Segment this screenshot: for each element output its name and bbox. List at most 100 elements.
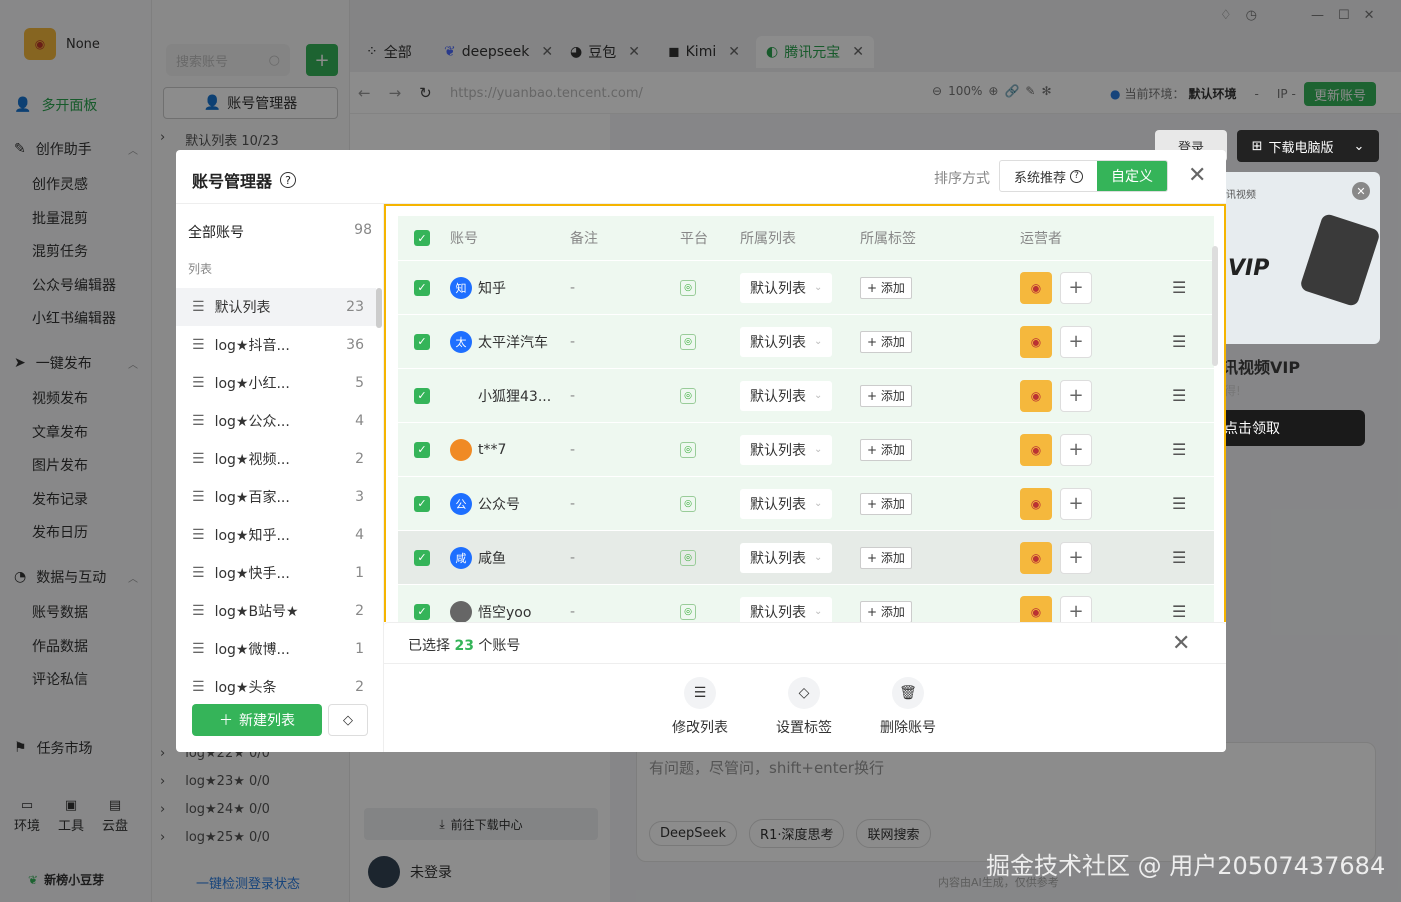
drag-handle-icon[interactable]: ☰ <box>192 413 205 429</box>
drag-handle-icon[interactable]: ☰ <box>192 337 205 353</box>
vip-sub: 得! <box>1224 384 1241 398</box>
table-row[interactable]: ✓ 知知乎 - ◎ 默认列表 ⌄ + 添加 ◉ + ☰ <box>398 260 1214 314</box>
chevron-down-icon: ⌄ <box>814 606 823 617</box>
select-all-checkbox[interactable]: ✓ <box>414 230 430 246</box>
row-menu-icon[interactable]: ☰ <box>1172 332 1186 351</box>
list-item[interactable]: ☰ log★微博... 1 <box>176 630 376 668</box>
drag-handle-icon[interactable]: ☰ <box>192 641 205 657</box>
account-cell: 知知乎 <box>450 276 506 299</box>
add-operator-button[interactable]: + <box>1060 433 1092 466</box>
new-list-button[interactable]: ＋新建列表 <box>192 704 322 736</box>
list-select[interactable]: 默认列表 ⌄ <box>740 542 833 573</box>
accounts-table: ✓ 账号 备注 平台 所属列表 所属标签 运营者 ✓ 知知乎 - ◎ 默认列表 ⌄ + 添加… <box>384 204 1226 638</box>
row-menu-icon[interactable]: ☰ <box>1172 440 1186 459</box>
vip-claim-button[interactable]: 点击领取 <box>1220 410 1365 446</box>
sort-label: 排序方式 <box>934 171 990 187</box>
close-promo-icon[interactable]: ✕ <box>1352 182 1370 200</box>
table-header: ✓ 账号 备注 平台 所属列表 所属标签 运营者 <box>398 216 1214 260</box>
add-tag-button[interactable]: + 添加 <box>860 330 912 353</box>
drag-handle-icon[interactable]: ☰ <box>192 489 205 505</box>
account-cell: t**7 <box>450 438 506 461</box>
sort-system-button[interactable]: 系统推荐? <box>1000 161 1097 191</box>
add-tag-button[interactable]: + 添加 <box>860 276 912 299</box>
list-select[interactable]: 默认列表 ⌄ <box>740 326 833 357</box>
table-row[interactable]: ✓ 小狐狸43... - ◎ 默认列表 ⌄ + 添加 ◉ + ☰ <box>398 368 1214 422</box>
list-item[interactable]: ☰ 默认列表 23 <box>176 288 376 326</box>
list-item[interactable]: ☰ log★百家... 3 <box>176 478 376 516</box>
set-tag-action[interactable]: ◇ 设置标签 <box>776 677 832 737</box>
download-desktop-button[interactable]: ⊞ 下载电脑版 ⌄ <box>1237 130 1379 162</box>
edit-list-action[interactable]: ☰ 修改列表 <box>672 677 728 737</box>
add-operator-button[interactable]: + <box>1060 325 1092 358</box>
operator-avatar[interactable]: ◉ <box>1020 379 1052 412</box>
table-row[interactable]: ✓ t**7 - ◎ 默认列表 ⌄ + 添加 ◉ + ☰ <box>398 422 1214 476</box>
row-menu-icon[interactable]: ☰ <box>1172 386 1186 405</box>
operator-avatar[interactable]: ◉ <box>1020 325 1052 358</box>
list-item[interactable]: ☰ log★公众... 4 <box>176 402 376 440</box>
modal-header: 账号管理器? 排序方式 系统推荐? 自定义 ✕ <box>176 150 1226 204</box>
row-checkbox[interactable]: ✓ <box>414 495 430 512</box>
drag-handle-icon[interactable]: ☰ <box>192 527 205 543</box>
row-menu-icon[interactable]: ☰ <box>1172 548 1186 567</box>
list-item[interactable]: ☰ log★知乎... 4 <box>176 516 376 554</box>
operator-avatar[interactable]: ◉ <box>1020 433 1052 466</box>
list-select[interactable]: 默认列表 ⌄ <box>740 380 833 411</box>
add-tag-button[interactable]: + 添加 <box>860 492 912 515</box>
column-header: 运营者 <box>1020 231 1062 247</box>
add-tag-button[interactable]: + 添加 <box>860 600 912 623</box>
drag-handle-icon[interactable]: ☰ <box>192 679 205 695</box>
list-item[interactable]: ☰ log★视频... 2 <box>176 440 376 478</box>
drag-handle-icon[interactable]: ☰ <box>192 451 205 467</box>
row-checkbox[interactable]: ✓ <box>414 441 430 458</box>
row-menu-icon[interactable]: ☰ <box>1172 602 1186 621</box>
chevron-down-icon: ⌄ <box>1353 138 1365 154</box>
list-item[interactable]: ☰ log★抖音... 36 <box>176 326 376 364</box>
row-checkbox[interactable]: ✓ <box>414 333 430 350</box>
list-item[interactable]: ☰ log★小红... 5 <box>176 364 376 402</box>
list-item[interactable]: ☰ log★快手... 1 <box>176 554 376 592</box>
row-checkbox[interactable]: ✓ <box>414 603 430 620</box>
list-item[interactable]: ☰ log★头条 2 <box>176 668 376 706</box>
list-select[interactable]: 默认列表 ⌄ <box>740 434 833 465</box>
add-operator-button[interactable]: + <box>1060 487 1092 520</box>
windows-icon: ⊞ <box>1251 138 1263 154</box>
note-cell: - <box>570 441 576 458</box>
drag-handle-icon[interactable]: ☰ <box>192 375 205 391</box>
close-selection-icon[interactable]: ✕ <box>1172 631 1190 656</box>
add-operator-button[interactable]: + <box>1060 541 1092 574</box>
tag-button[interactable]: ◇ <box>328 704 368 736</box>
row-menu-icon[interactable]: ☰ <box>1172 494 1186 513</box>
all-accounts-item[interactable]: 全部账号 98 <box>188 222 372 242</box>
list-select[interactable]: 默认列表 ⌄ <box>740 488 833 519</box>
row-checkbox[interactable]: ✓ <box>414 279 430 296</box>
list-item[interactable]: ☰ log★B站号★ 2 <box>176 592 376 630</box>
add-operator-button[interactable]: + <box>1060 271 1092 304</box>
close-icon[interactable]: ✕ <box>1188 165 1206 187</box>
add-tag-button[interactable]: + 添加 <box>860 546 912 569</box>
drag-handle-icon[interactable]: ☰ <box>192 299 205 315</box>
table-row[interactable]: ✓ 公公众号 - ◎ 默认列表 ⌄ + 添加 ◉ + ☰ <box>398 476 1214 530</box>
row-checkbox[interactable]: ✓ <box>414 549 430 566</box>
drag-handle-icon[interactable]: ☰ <box>192 565 205 581</box>
table-scrollbar[interactable] <box>1212 246 1218 366</box>
account-cell: 咸咸鱼 <box>450 546 506 569</box>
add-tag-button[interactable]: + 添加 <box>860 438 912 461</box>
operator-avatar[interactable]: ◉ <box>1020 487 1052 520</box>
operator-avatar[interactable]: ◉ <box>1020 271 1052 304</box>
sort-custom-button[interactable]: 自定义 <box>1097 161 1168 191</box>
platform-icon: ◎ <box>680 387 696 404</box>
row-checkbox[interactable]: ✓ <box>414 387 430 404</box>
add-tag-button[interactable]: + 添加 <box>860 384 912 407</box>
vip-promo-card[interactable]: 讯视频 VIP ✕ <box>1220 172 1381 344</box>
operator-avatar[interactable]: ◉ <box>1020 541 1052 574</box>
table-row[interactable]: ✓ 太太平洋汽车 - ◎ 默认列表 ⌄ + 添加 ◉ + ☰ <box>398 314 1214 368</box>
column-header: 所属列表 <box>740 231 796 247</box>
list-select[interactable]: 默认列表 ⌄ <box>740 272 833 303</box>
add-operator-button[interactable]: + <box>1060 379 1092 412</box>
list-scrollbar[interactable] <box>376 288 382 328</box>
table-row[interactable]: ✓ 咸咸鱼 - ◎ 默认列表 ⌄ + 添加 ◉ + ☰ <box>398 530 1214 584</box>
help-icon[interactable]: ? <box>280 172 297 188</box>
delete-account-action[interactable]: 🗑 删除账号 <box>880 677 936 737</box>
row-menu-icon[interactable]: ☰ <box>1172 278 1186 297</box>
drag-handle-icon[interactable]: ☰ <box>192 603 205 619</box>
